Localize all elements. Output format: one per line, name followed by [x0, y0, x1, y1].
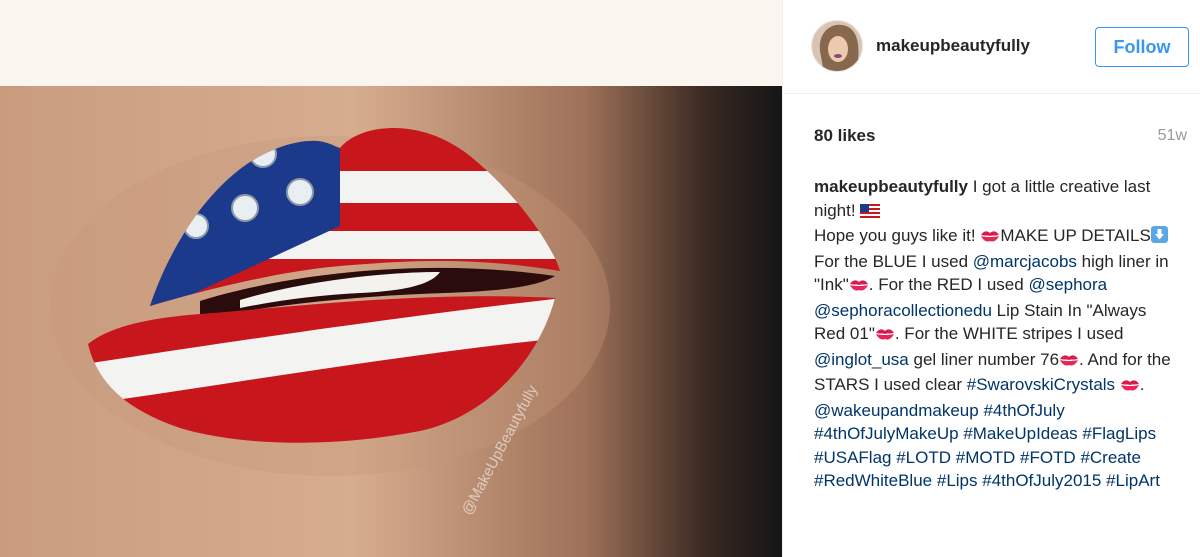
mention-link[interactable]: @inglot_usa: [814, 350, 909, 369]
mention-link[interactable]: @sephoracollectionedu: [814, 301, 992, 320]
mention-link[interactable]: @marcjacobs: [973, 252, 1077, 271]
avatar[interactable]: [811, 20, 863, 72]
post-photo[interactable]: @MakeUpBeautyfully: [0, 86, 782, 557]
caption-text: . For the WHITE stripes I used: [894, 324, 1124, 343]
caption-text: Hope you guys like it!: [814, 226, 981, 245]
hashtag-link[interactable]: #LOTD: [896, 448, 951, 467]
hashtag-link[interactable]: #Lips: [937, 471, 978, 490]
hashtag-link[interactable]: #USAFlag: [814, 448, 891, 467]
post-caption: makeupbeautyfully I got a little creativ…: [814, 175, 1182, 493]
hashtag-link[interactable]: #FlagLips: [1082, 424, 1156, 443]
hashtag-link[interactable]: #4thOfJulyMakeUp: [814, 424, 959, 443]
mention-link[interactable]: @sephora: [1028, 275, 1107, 294]
follow-button[interactable]: Follow: [1095, 27, 1189, 67]
hashtag-link[interactable]: #Create: [1080, 448, 1140, 467]
kiss-mark-icon: [875, 324, 895, 348]
down-arrow-icon: [1150, 226, 1168, 250]
hashtag-link[interactable]: #LipArt: [1106, 471, 1160, 490]
mention-link[interactable]: @wakeupandmakeup: [814, 401, 979, 420]
hashtag-link[interactable]: #MOTD: [956, 448, 1016, 467]
caption-text: .: [1139, 375, 1145, 394]
kiss-mark-icon: [1059, 350, 1079, 374]
hashtag-link[interactable]: #MakeUpIdeas: [963, 424, 1077, 443]
kiss-mark-icon: [1120, 375, 1140, 399]
caption-text: For the BLUE I used: [814, 251, 973, 271]
caption-text: gel liner number 76: [908, 349, 1060, 369]
hashtag-link[interactable]: #FOTD: [1020, 448, 1076, 467]
post-author-username[interactable]: makeupbeautyfully: [876, 36, 1030, 56]
likes-count[interactable]: 80 likes: [814, 126, 875, 146]
hashtag-link[interactable]: #RedWhiteBlue: [814, 471, 932, 490]
caption-text: . For the RED I used: [868, 275, 1029, 294]
kiss-mark-icon: [849, 275, 869, 299]
us-flag-icon: [860, 201, 881, 225]
post-photo-area: @MakeUpBeautyfully: [0, 0, 782, 557]
hashtag-link[interactable]: #4thOfJuly: [983, 401, 1064, 420]
hashtag-link[interactable]: #SwarovskiCrystals: [967, 375, 1115, 394]
caption-text: MAKE UP DETAILS: [1000, 226, 1151, 245]
post-age: 51w: [1157, 127, 1187, 144]
post-side-panel: makeupbeautyfully Follow 80 likes 51w ma…: [782, 0, 1200, 557]
post-header: makeupbeautyfully Follow: [783, 0, 1200, 94]
caption-author[interactable]: makeupbeautyfully: [814, 177, 968, 196]
kiss-mark-icon: [980, 226, 1000, 250]
hashtag-link[interactable]: #4thOfJuly2015: [982, 471, 1101, 490]
